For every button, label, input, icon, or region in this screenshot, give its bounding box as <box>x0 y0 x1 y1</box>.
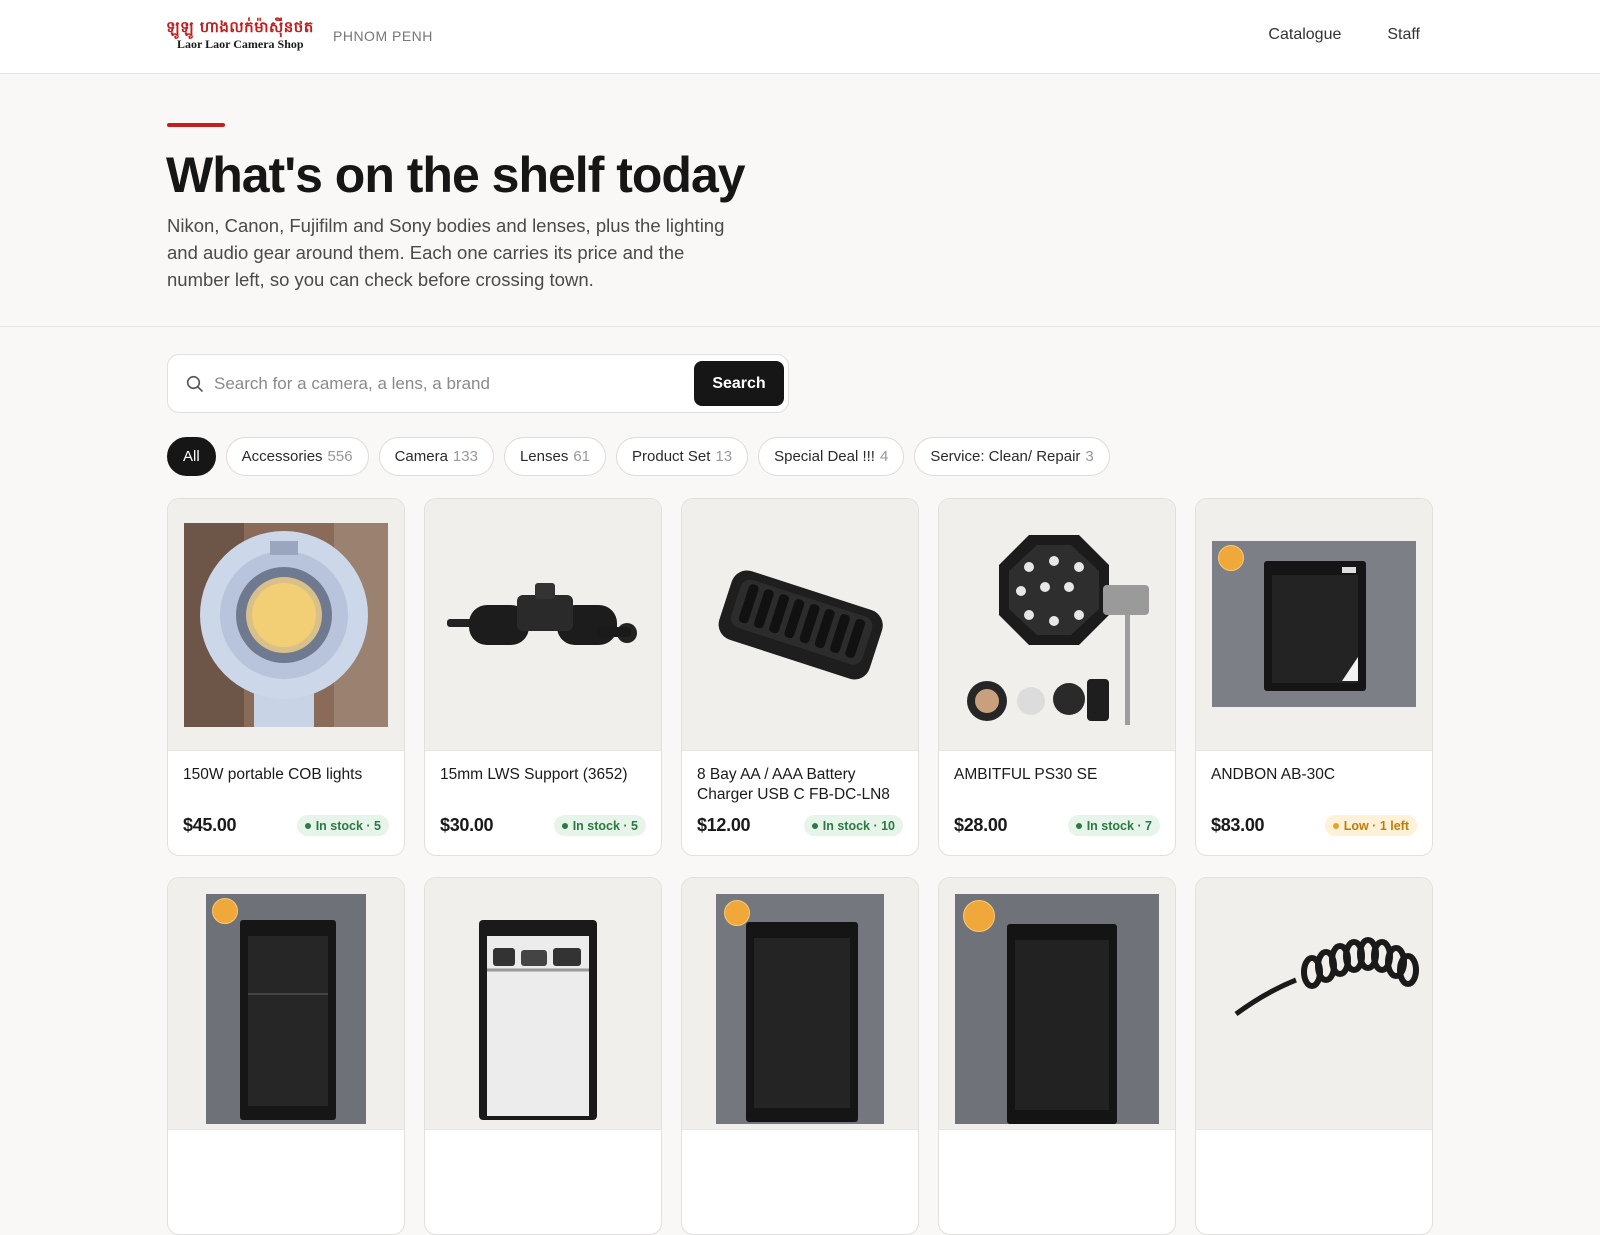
product-image <box>682 499 918 751</box>
category-filters: All Accessories 556 Camera 133 Lenses 61 Pr… <box>167 437 1110 476</box>
product-price: $83.00 <box>1211 815 1265 835</box>
filter-count: 3 <box>1085 448 1094 465</box>
product-image <box>1196 499 1432 751</box>
search-button[interactable]: Search <box>694 361 784 406</box>
page-subtitle: Nikon, Canon, Fujifilm and Sony bodies a… <box>167 215 725 290</box>
product-image <box>168 878 404 1130</box>
status-dot <box>1332 822 1339 829</box>
filter-label: Service: Clean/ Repair <box>930 448 1081 465</box>
product-price: $28.00 <box>954 815 1008 835</box>
product-card[interactable]: 8 Bay AA / AAA Battery Charger USB C FB-… <box>681 498 919 856</box>
stock-badge: In stock · 5 <box>296 815 389 836</box>
filter-chip-special-deal[interactable]: Special Deal !!! 4 <box>758 437 905 476</box>
filter-count: 133 <box>452 448 478 465</box>
search-bar: Search <box>167 354 789 413</box>
filter-count: 4 <box>879 448 889 465</box>
city-label: PHNOM PENH <box>333 28 433 44</box>
hero-section: What's on the shelf today Nikon, Canon, … <box>0 74 1600 327</box>
product-name: ANDBON AB-30C <box>1211 766 1336 783</box>
battery-charger-image <box>718 570 883 680</box>
status-dot <box>811 822 818 829</box>
stock-badge: In stock · 10 <box>803 815 903 836</box>
product-card[interactable]: ANDBON AB-30C $83.00 Low · 1 left <box>1195 498 1433 856</box>
status-dot <box>1075 822 1082 829</box>
filter-chip-product-set[interactable]: Product Set 13 <box>616 437 749 476</box>
filter-chip-all[interactable]: All <box>167 437 216 476</box>
product-name: AMBITFUL PS30 SE <box>954 766 1098 783</box>
product-card[interactable] <box>167 877 405 1235</box>
stock-text: In stock · 7 <box>1086 818 1152 833</box>
stock-text: In stock · 10 <box>822 818 895 833</box>
filter-chip-accessories[interactable]: Accessories 556 <box>225 437 369 476</box>
product-card[interactable] <box>1195 877 1433 1235</box>
logo-khmer-text: ឡូឡូ ហាងលក់ម៉ាស៊ីនថត <box>166 18 314 36</box>
search-input[interactable] <box>214 367 674 401</box>
filter-count: 13 <box>715 448 733 465</box>
product-image <box>939 499 1175 751</box>
filter-label: Accessories <box>241 448 323 465</box>
filter-label: Camera <box>394 448 448 465</box>
product-image <box>1196 878 1432 1130</box>
filter-label: Lenses <box>519 448 569 465</box>
product-card[interactable]: 150W portable COB lights $45.00 In stock… <box>167 498 405 856</box>
product-grid: 150W portable COB lights $45.00 In stock… <box>167 498 1434 1235</box>
product-name: 15mm LWS Support (3652) <box>440 766 628 783</box>
filter-count: 61 <box>573 448 591 465</box>
stock-text: Low · 1 left <box>1343 818 1409 833</box>
filter-label: Product Set <box>632 448 711 465</box>
stock-badge: Low · 1 left <box>1324 815 1417 836</box>
filter-label: Special Deal !!! <box>774 448 875 465</box>
cob-light-image <box>184 523 388 727</box>
rod-clamp-image <box>447 583 637 645</box>
dry-cabinet-image <box>206 894 366 1124</box>
product-name: 8 Bay AA / AAA Battery Charger USB C FB-… <box>697 766 890 803</box>
product-image <box>939 878 1175 1130</box>
product-card[interactable]: AMBITFUL PS30 SE $28.00 In stock · 7 <box>938 498 1176 856</box>
filter-chip-service[interactable]: Service: Clean/ Repair 3 <box>914 437 1110 476</box>
nav-catalogue[interactable]: Catalogue <box>1268 26 1341 44</box>
shop-sticker-icon <box>212 898 238 924</box>
dry-cabinet-image <box>1212 541 1416 707</box>
product-price: $12.00 <box>697 815 751 835</box>
status-dot <box>304 822 311 829</box>
shop-sticker-icon <box>1218 545 1244 571</box>
status-dot <box>561 822 568 829</box>
product-card[interactable] <box>938 877 1176 1235</box>
dry-cabinet-open-image <box>479 920 597 1120</box>
shop-logo[interactable]: ឡូឡូ ហាងលក់ម៉ាស៊ីនថត Laor Laor Camera Sh… <box>166 17 314 57</box>
stock-badge: In stock · 7 <box>1067 815 1160 836</box>
accent-bar <box>167 123 225 127</box>
stock-text: In stock · 5 <box>315 818 381 833</box>
product-name: 150W portable COB lights <box>183 766 363 783</box>
product-card[interactable] <box>424 877 662 1235</box>
filter-label: All <box>183 448 200 465</box>
stock-text: In stock · 5 <box>572 818 638 833</box>
page-title: What's on the shelf today <box>166 147 746 203</box>
product-price: $45.00 <box>183 815 237 835</box>
main-nav: Catalogue Staff <box>1268 26 1420 44</box>
product-card[interactable]: 15mm LWS Support (3652) $30.00 In stock … <box>424 498 662 856</box>
shop-sticker-icon <box>724 900 750 926</box>
softbox-image <box>967 535 1149 725</box>
shop-sticker-icon <box>963 900 995 932</box>
product-image <box>425 878 661 1130</box>
product-price: $30.00 <box>440 815 494 835</box>
product-image <box>168 499 404 751</box>
stock-badge: In stock · 5 <box>553 815 646 836</box>
top-bar: ឡូឡូ ហាងលក់ម៉ាស៊ីនថត Laor Laor Camera Sh… <box>0 0 1600 74</box>
nav-staff[interactable]: Staff <box>1387 26 1420 44</box>
filter-chip-camera[interactable]: Camera 133 <box>378 437 494 476</box>
search-icon <box>186 375 203 392</box>
coiled-cable-image <box>1234 937 1419 1017</box>
product-card[interactable] <box>681 877 919 1235</box>
filter-chip-lenses[interactable]: Lenses 61 <box>503 437 607 476</box>
logo-english-text: Laor Laor Camera Shop <box>177 37 304 51</box>
product-image <box>425 499 661 751</box>
product-image <box>682 878 918 1130</box>
dry-cabinet-image <box>716 894 884 1124</box>
filter-count: 556 <box>327 448 353 465</box>
